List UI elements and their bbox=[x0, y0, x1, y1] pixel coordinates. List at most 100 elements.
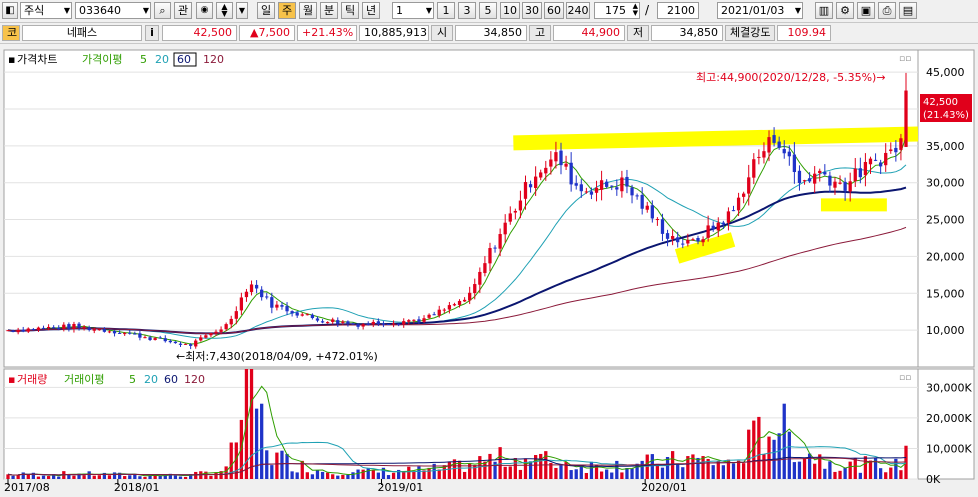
range-1-button[interactable]: 1 bbox=[437, 2, 455, 19]
legend-vma-label[interactable]: 거래이평 bbox=[64, 373, 104, 386]
candle bbox=[523, 182, 528, 199]
volume-bar bbox=[863, 456, 868, 479]
range-240-button[interactable]: 240 bbox=[566, 2, 590, 19]
volume-bar bbox=[518, 469, 523, 479]
x-tick-label: 2018/01 bbox=[114, 481, 160, 494]
candle bbox=[878, 162, 883, 167]
volume-bar bbox=[889, 467, 893, 479]
legend-ma20[interactable]: 20 bbox=[155, 53, 169, 66]
candle bbox=[107, 331, 112, 333]
candle bbox=[402, 321, 406, 325]
period-year-button[interactable]: 년 bbox=[362, 2, 380, 19]
candle bbox=[356, 324, 360, 327]
candle bbox=[711, 225, 715, 230]
volume-bar bbox=[26, 474, 30, 479]
stepper-icon[interactable]: ▲ ▼ bbox=[216, 2, 233, 19]
candle bbox=[41, 327, 46, 329]
period-minute-button[interactable]: 분 bbox=[320, 2, 338, 19]
candle bbox=[194, 340, 198, 347]
volume-bar bbox=[478, 456, 482, 479]
candle bbox=[57, 327, 61, 330]
legend-ma-label[interactable]: 가격이평 bbox=[82, 53, 122, 66]
volume-bar bbox=[716, 461, 720, 479]
search-icon[interactable]: ⌕ bbox=[154, 2, 171, 19]
volume-bar bbox=[721, 465, 725, 479]
volume-bar bbox=[838, 470, 842, 479]
candle bbox=[884, 152, 888, 166]
candle bbox=[564, 163, 568, 167]
legend-vma120[interactable]: 120 bbox=[184, 373, 205, 386]
legend-vma60[interactable]: 60 bbox=[164, 373, 178, 386]
range-30-button[interactable]: 30 bbox=[522, 2, 542, 19]
candle bbox=[843, 181, 847, 191]
candle bbox=[92, 329, 96, 331]
candle bbox=[686, 240, 690, 244]
legend-vma5[interactable]: 5 bbox=[129, 373, 136, 386]
volume-bar bbox=[123, 476, 127, 479]
legend-ma120[interactable]: 120 bbox=[203, 53, 224, 66]
candle bbox=[660, 219, 665, 234]
volume-bar bbox=[584, 472, 589, 479]
legend-volume-title[interactable]: 거래량 bbox=[17, 373, 47, 386]
save-icon[interactable]: ▣ bbox=[857, 2, 875, 19]
market-select[interactable]: 주식 ▼ bbox=[20, 2, 72, 19]
candle bbox=[183, 343, 188, 345]
period-tick-button[interactable]: 틱 bbox=[341, 2, 359, 19]
panel-minimize-icon[interactable]: ▫▫ bbox=[899, 54, 911, 64]
range-60-button[interactable]: 60 bbox=[544, 2, 564, 19]
range-5-button[interactable]: 5 bbox=[479, 2, 497, 19]
candle bbox=[346, 321, 350, 324]
candle bbox=[280, 305, 284, 307]
candle bbox=[52, 327, 56, 329]
date-value: 2021/01/03 bbox=[721, 4, 785, 17]
legend-ma60[interactable]: 60 bbox=[177, 53, 191, 66]
legend-vma20[interactable]: 20 bbox=[144, 373, 158, 386]
volume-tick-label: 20,000K bbox=[926, 412, 972, 425]
volume-bar bbox=[681, 467, 685, 479]
link-icon[interactable]: ◉ bbox=[196, 2, 213, 19]
chevron-down-icon[interactable]: ▼ bbox=[236, 2, 248, 19]
volume-bar bbox=[503, 466, 507, 479]
gear-icon[interactable]: ⚙ bbox=[836, 2, 854, 19]
volume-bar bbox=[336, 475, 340, 479]
volume-bar bbox=[173, 475, 178, 479]
chart-icon[interactable]: ▥ bbox=[815, 2, 833, 19]
interval-select[interactable]: 1 ▼ bbox=[392, 2, 434, 19]
low-price: 34,850 bbox=[651, 25, 723, 41]
candle bbox=[138, 333, 142, 338]
candle bbox=[422, 318, 426, 322]
high-price: 44,900 bbox=[553, 25, 625, 41]
legend-ma5[interactable]: 5 bbox=[140, 53, 147, 66]
range-3-button[interactable]: 3 bbox=[458, 2, 476, 19]
period-month-button[interactable]: 월 bbox=[299, 2, 317, 19]
volume-bar bbox=[736, 460, 741, 479]
info-button[interactable]: i bbox=[145, 25, 159, 41]
candle bbox=[366, 323, 370, 325]
watch-button[interactable]: 관 bbox=[174, 2, 192, 19]
date-picker[interactable]: 2021/01/03 ▼ bbox=[717, 2, 803, 19]
table-icon[interactable]: ▤ bbox=[899, 2, 917, 19]
total-count-input[interactable]: 2100 bbox=[657, 2, 699, 19]
panel-minimize-icon[interactable]: ▫▫ bbox=[899, 373, 911, 383]
period-day-button[interactable]: 일 bbox=[257, 2, 275, 19]
candle bbox=[848, 181, 852, 192]
volume-bar bbox=[828, 461, 832, 479]
candle bbox=[665, 233, 670, 239]
view-count-input[interactable]: 175 ▲ ▼ bbox=[594, 2, 640, 19]
pin-icon[interactable]: ◧ bbox=[2, 2, 18, 19]
legend-price-title[interactable]: 가격차트 bbox=[17, 53, 57, 66]
candle bbox=[16, 329, 20, 333]
range-10-button[interactable]: 10 bbox=[500, 2, 520, 19]
candle bbox=[244, 291, 249, 298]
code-input[interactable]: 033640 ▼ bbox=[75, 2, 151, 19]
period-week-button[interactable]: 주 bbox=[278, 2, 296, 19]
candle bbox=[579, 184, 583, 192]
candle bbox=[457, 300, 462, 305]
legend-price-marker: ▪ bbox=[8, 53, 15, 66]
candle bbox=[731, 210, 736, 212]
candle bbox=[650, 205, 654, 219]
candle bbox=[341, 321, 345, 323]
print-icon[interactable]: ⎙ bbox=[878, 2, 896, 19]
stock-name[interactable]: 네패스 bbox=[22, 25, 142, 41]
stock-chart[interactable]: 45,00040,00035,00030,00025,00020,00015,0… bbox=[0, 45, 978, 497]
